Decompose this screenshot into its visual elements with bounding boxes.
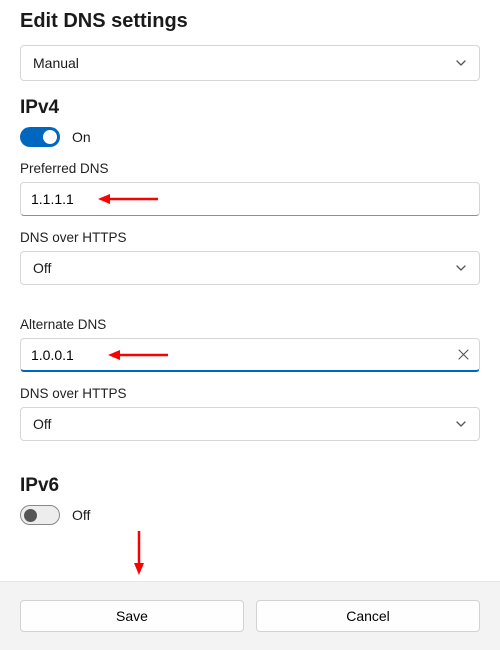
preferred-dns-input[interactable]: [20, 182, 480, 216]
ipv6-toggle[interactable]: [20, 505, 60, 525]
ipv4-toggle-label: On: [72, 129, 91, 145]
preferred-dns-label: Preferred DNS: [20, 161, 480, 176]
doh2-select[interactable]: Off: [20, 407, 480, 441]
doh1-select[interactable]: Off: [20, 251, 480, 285]
doh2-label: DNS over HTTPS: [20, 386, 480, 401]
alternate-dns-label: Alternate DNS: [20, 317, 480, 332]
doh1-value: Off: [33, 260, 51, 276]
ipv4-toggle[interactable]: [20, 127, 60, 147]
cancel-button[interactable]: Cancel: [256, 600, 480, 632]
alternate-dns-input[interactable]: [20, 338, 480, 372]
ipv6-toggle-label: Off: [72, 507, 90, 523]
footer-bar: Save Cancel: [0, 581, 500, 650]
page-title: Edit DNS settings: [20, 10, 480, 33]
chevron-down-icon: [455, 57, 467, 69]
dns-mode-select[interactable]: Manual: [20, 45, 480, 81]
save-button[interactable]: Save: [20, 600, 244, 632]
ipv4-heading: IPv4: [20, 97, 480, 119]
doh1-label: DNS over HTTPS: [20, 230, 480, 245]
clear-input-button[interactable]: [452, 344, 474, 366]
ipv6-heading: IPv6: [20, 475, 480, 497]
chevron-down-icon: [455, 418, 467, 430]
annotation-arrow-icon: [132, 531, 146, 575]
close-icon: [458, 348, 469, 363]
dns-mode-value: Manual: [33, 55, 79, 71]
doh2-value: Off: [33, 416, 51, 432]
chevron-down-icon: [455, 262, 467, 274]
